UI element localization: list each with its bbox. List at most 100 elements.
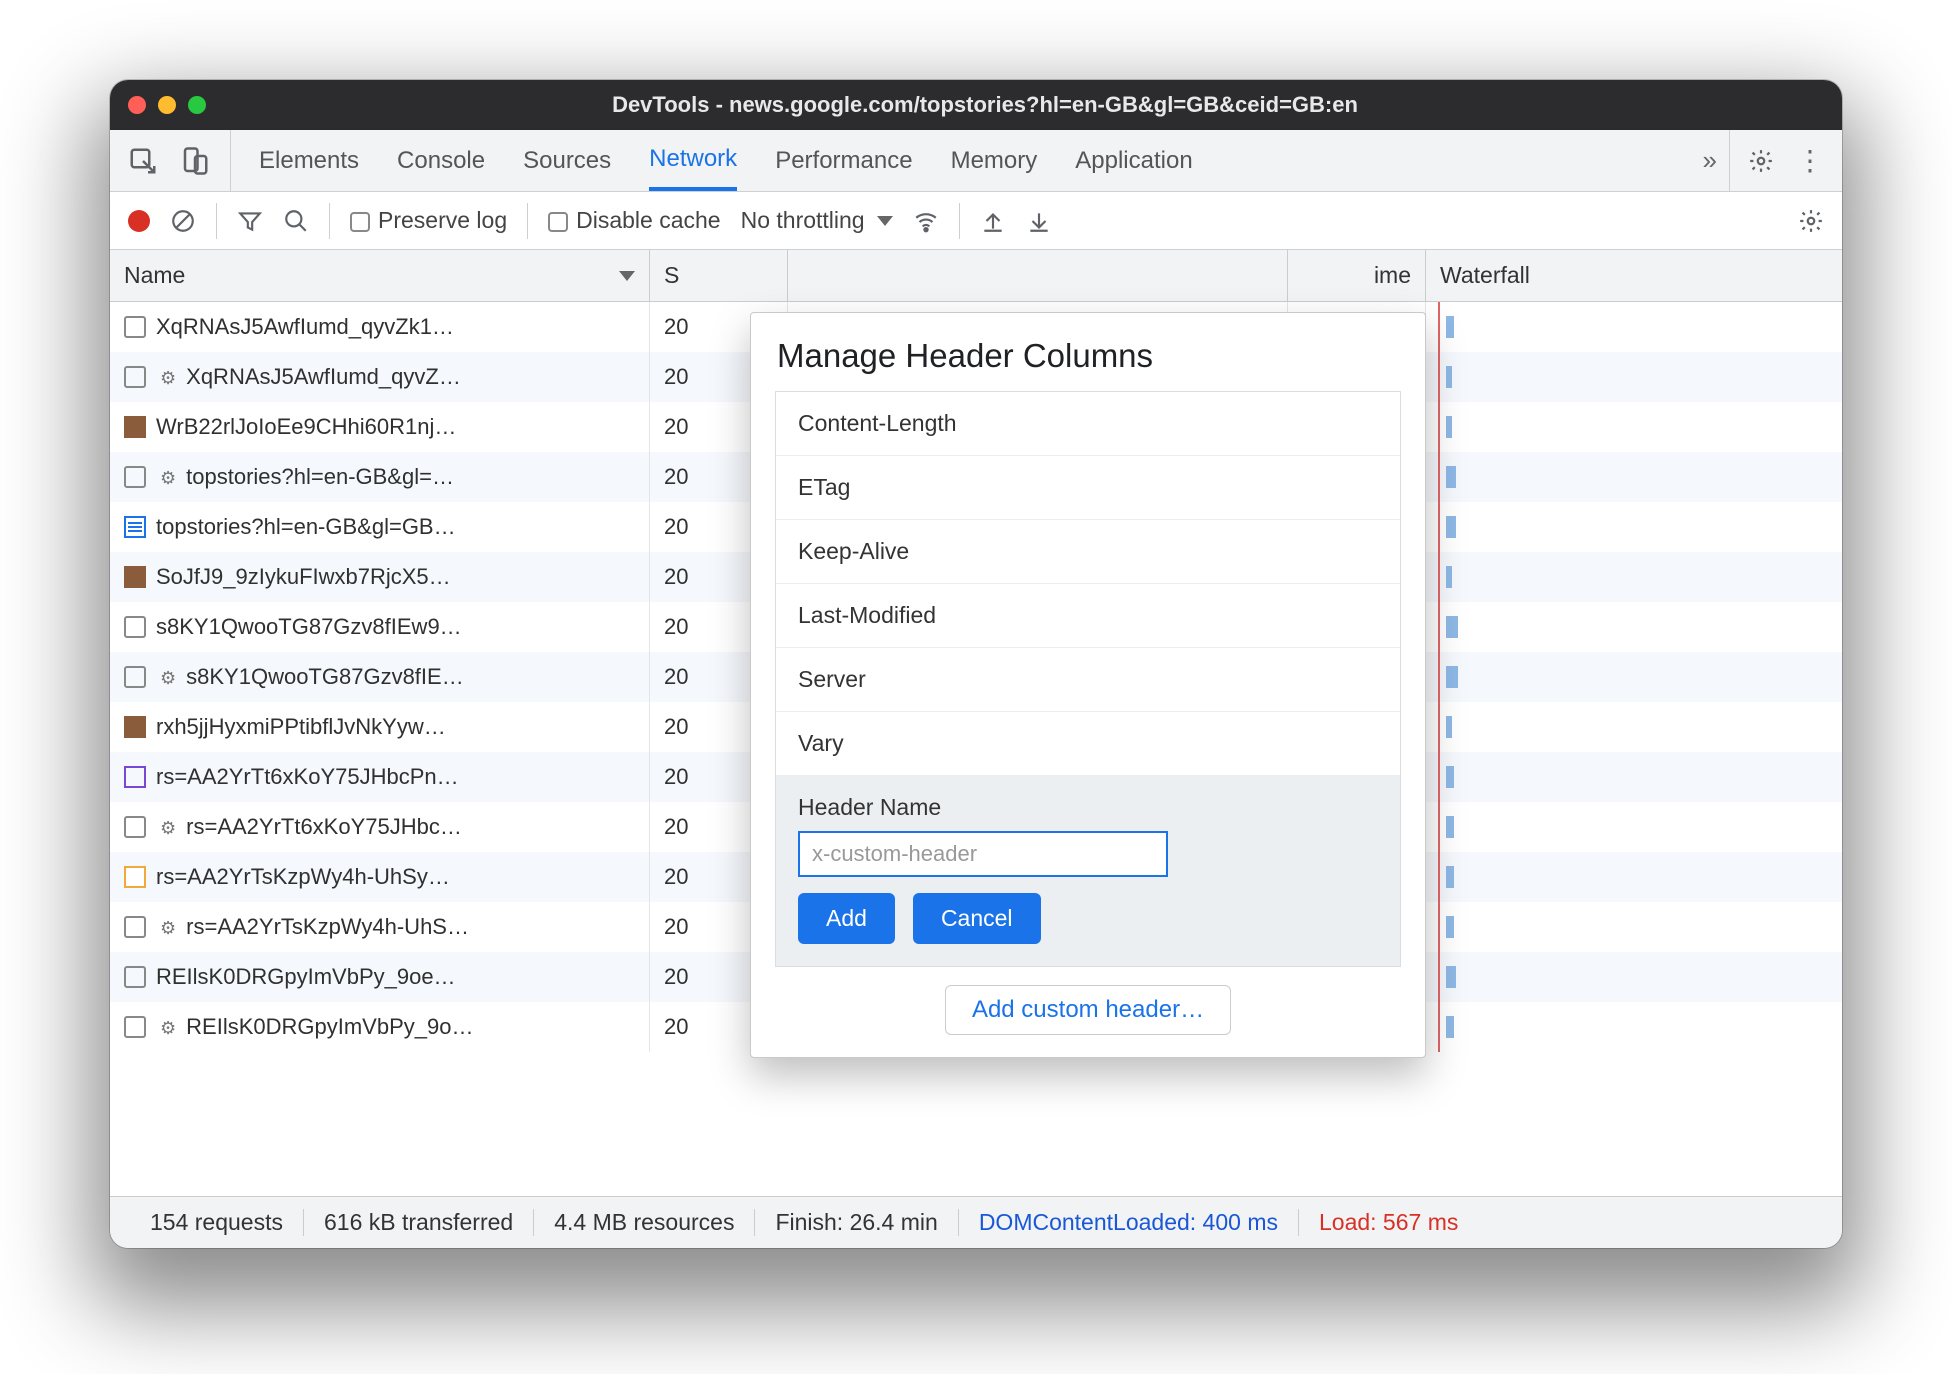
file-icon: [124, 316, 146, 338]
column-name[interactable]: Name: [110, 250, 650, 301]
request-name: XqRNAsJ5AwfIumd_qyvZk1…: [156, 314, 454, 340]
column-waterfall[interactable]: Waterfall: [1426, 250, 1840, 301]
network-settings-gear-icon[interactable]: [1798, 208, 1824, 234]
stylesheet-icon: [124, 766, 146, 788]
devtools-window: DevTools - news.google.com/topstories?hl…: [110, 80, 1842, 1248]
status-finish: Finish: 26.4 min: [755, 1209, 958, 1236]
clear-icon[interactable]: [170, 208, 196, 234]
gear-icon: [156, 464, 176, 490]
disable-cache-checkbox[interactable]: Disable cache: [548, 207, 720, 234]
column-status[interactable]: S: [650, 250, 788, 301]
header-item[interactable]: Vary: [776, 712, 1400, 776]
request-name: rs=AA2YrTsKzpWy4h-UhS…: [186, 914, 469, 940]
status-load: Load: 567 ms: [1299, 1209, 1478, 1236]
request-name: WrB22rlJoIoEe9CHhi60R1nj…: [156, 414, 456, 440]
record-button[interactable]: [128, 210, 150, 232]
request-name: topstories?hl=en-GB&gl=GB…: [156, 514, 456, 540]
script-icon: [124, 866, 146, 888]
request-waterfall: [1426, 452, 1840, 502]
request-name: rs=AA2YrTt6xKoY75JHbc…: [186, 814, 462, 840]
column-time[interactable]: ime: [1288, 250, 1426, 301]
request-name: rs=AA2YrTt6xKoY75JHbcPn…: [156, 764, 459, 790]
header-item[interactable]: Keep-Alive: [776, 520, 1400, 584]
panel-tabs: Elements Console Sources Network Performance…: [110, 130, 1842, 192]
request-waterfall: [1426, 302, 1840, 352]
tab-elements[interactable]: Elements: [259, 130, 359, 191]
request-table-header: Name S ime Waterfall: [110, 250, 1842, 302]
request-waterfall: [1426, 702, 1840, 752]
header-item[interactable]: Server: [776, 648, 1400, 712]
gear-icon: [156, 814, 176, 840]
chevron-down-icon: [877, 216, 893, 226]
request-waterfall: [1426, 652, 1840, 702]
filter-icon[interactable]: [237, 208, 263, 234]
document-icon: [124, 516, 146, 538]
preserve-log-checkbox[interactable]: Preserve log: [350, 207, 507, 234]
request-waterfall: [1426, 902, 1840, 952]
titlebar: DevTools - news.google.com/topstories?hl…: [110, 80, 1842, 130]
status-requests: 154 requests: [130, 1209, 304, 1236]
network-toolbar: Preserve log Disable cache No throttling: [110, 192, 1842, 250]
tab-application[interactable]: Application: [1075, 130, 1192, 191]
network-conditions-icon[interactable]: [913, 208, 939, 234]
request-waterfall: [1426, 1002, 1840, 1052]
status-domcontentloaded: DOMContentLoaded: 400 ms: [959, 1209, 1299, 1236]
request-name: s8KY1QwooTG87Gzv8fIE…: [186, 664, 464, 690]
request-name: rs=AA2YrTsKzpWy4h-UhSy…: [156, 864, 450, 890]
image-icon: [124, 566, 146, 588]
close-window-button[interactable]: [128, 96, 146, 114]
search-icon[interactable]: [283, 208, 309, 234]
image-icon: [124, 716, 146, 738]
device-toggle-icon[interactable]: [180, 146, 210, 176]
zoom-window-button[interactable]: [188, 96, 206, 114]
tab-console[interactable]: Console: [397, 130, 485, 191]
request-waterfall: [1426, 502, 1840, 552]
sort-indicator-icon: [619, 271, 635, 281]
upload-har-icon[interactable]: [980, 208, 1006, 234]
status-transferred: 616 kB transferred: [304, 1209, 534, 1236]
download-har-icon[interactable]: [1026, 208, 1052, 234]
more-tabs-icon[interactable]: »: [1691, 145, 1729, 176]
tab-sources[interactable]: Sources: [523, 130, 611, 191]
request-name: s8KY1QwooTG87Gzv8fIEw9…: [156, 614, 462, 640]
inspect-element-icon[interactable]: [128, 146, 158, 176]
request-name: rxh5jjHyxmiPPtibflJvNkYyw…: [156, 714, 446, 740]
status-resources: 4.4 MB resources: [534, 1209, 755, 1236]
window-title: DevTools - news.google.com/topstories?hl…: [206, 92, 1764, 118]
request-waterfall: [1426, 752, 1840, 802]
throttling-select[interactable]: No throttling: [741, 207, 893, 234]
header-list: Content-LengthETagKeep-AliveLast-Modifie…: [775, 391, 1401, 967]
gear-icon: [156, 664, 176, 690]
settings-gear-icon[interactable]: [1748, 148, 1774, 174]
minimize-window-button[interactable]: [158, 96, 176, 114]
file-icon: [124, 616, 146, 638]
preserve-log-label: Preserve log: [378, 207, 507, 233]
request-waterfall: [1426, 852, 1840, 902]
request-name: topstories?hl=en-GB&gl=…: [186, 464, 454, 490]
dialog-title: Manage Header Columns: [751, 337, 1425, 391]
header-item[interactable]: ETag: [776, 456, 1400, 520]
header-item[interactable]: Content-Length: [776, 392, 1400, 456]
request-waterfall: [1426, 802, 1840, 852]
gear-icon: [156, 364, 176, 390]
tab-network[interactable]: Network: [649, 130, 737, 191]
request-waterfall: [1426, 552, 1840, 602]
tab-performance[interactable]: Performance: [775, 130, 912, 191]
request-name: SoJfJ9_9zIykuFIwxb7RjcX5…: [156, 564, 451, 590]
request-waterfall: [1426, 402, 1840, 452]
header-name-input[interactable]: [798, 831, 1168, 877]
gear-icon: [156, 914, 176, 940]
add-custom-header-button[interactable]: Add custom header…: [945, 985, 1231, 1035]
gear-icon: [156, 1014, 176, 1040]
tab-memory[interactable]: Memory: [951, 130, 1038, 191]
header-item[interactable]: Last-Modified: [776, 584, 1400, 648]
add-button[interactable]: Add: [798, 893, 895, 944]
request-name: REIlsK0DRGpyImVbPy_9oe…: [156, 964, 456, 990]
status-bar: 154 requests 616 kB transferred 4.4 MB r…: [110, 1196, 1842, 1248]
traffic-lights: [128, 96, 206, 114]
throttling-label: No throttling: [741, 207, 865, 234]
cancel-button[interactable]: Cancel: [913, 893, 1041, 944]
request-waterfall: [1426, 602, 1840, 652]
manage-header-columns-dialog: Manage Header Columns Content-LengthETag…: [750, 312, 1426, 1058]
header-name-form: Header Name Add Cancel: [776, 776, 1400, 966]
